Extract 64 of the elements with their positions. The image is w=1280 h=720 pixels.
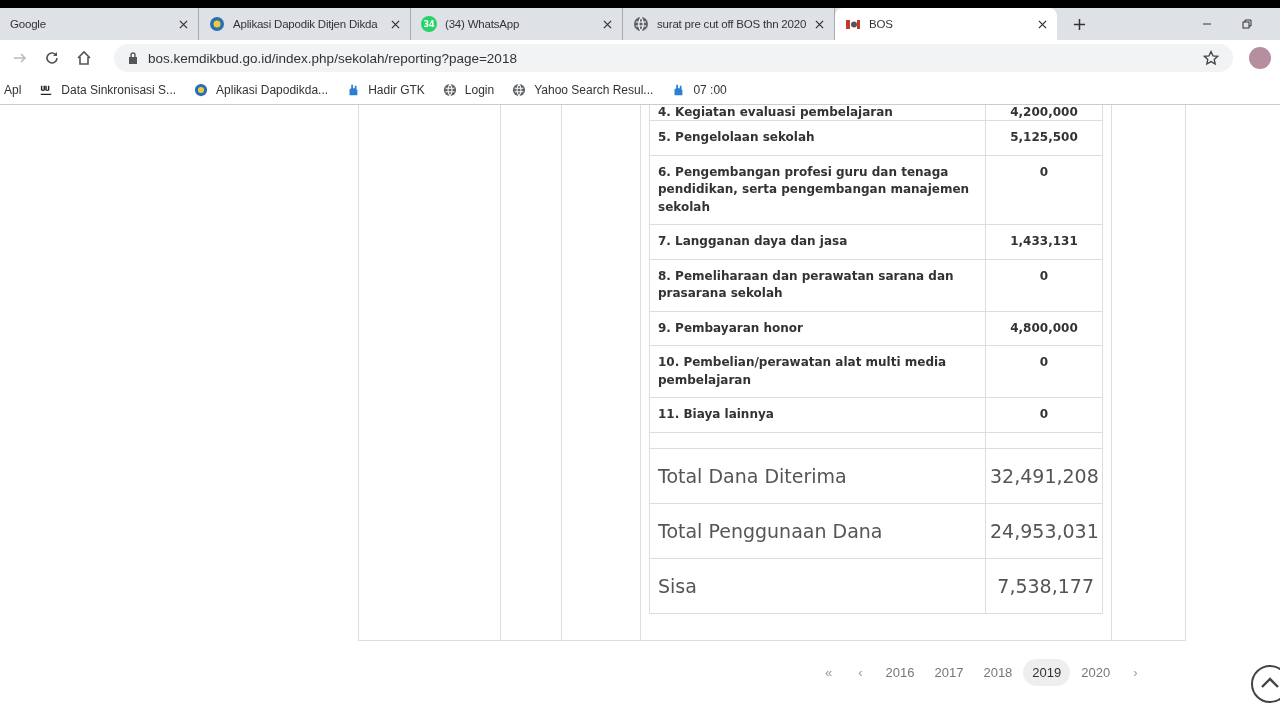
bookmark-link[interactable]: Login bbox=[464, 83, 495, 97]
table-cell: 11. Biaya lainnya bbox=[650, 398, 986, 432]
table-cell-text: 0 bbox=[1038, 163, 1050, 181]
bookmark-link[interactable]: Aplikasi Dapodikda... bbox=[216, 83, 329, 97]
browser-tab[interactable]: Google bbox=[0, 8, 199, 40]
page-link[interactable]: 2020 bbox=[1072, 659, 1120, 686]
tab-title: BOS bbox=[869, 18, 894, 30]
tab-title: (34) WhatsApp bbox=[445, 18, 521, 30]
table-cell: 10. Pembelian/perawatan alat multi media pembelajaran bbox=[650, 346, 986, 397]
browser-tab[interactable]: BOS bbox=[835, 8, 1057, 40]
table-cell-text: 1,433,131 bbox=[1009, 233, 1079, 250]
table-cell: 9. Pembayaran honor bbox=[650, 311, 986, 345]
tab-title: surat pre cut off BOS thn 2020 bbox=[657, 18, 807, 30]
profile-avatar[interactable] bbox=[1249, 47, 1271, 69]
table-cell-text: 4,800,000 bbox=[1009, 319, 1079, 337]
page-link[interactable]: 2018 bbox=[974, 659, 1022, 686]
table-cell: 4. Kegiatan evaluasi pembelajaran bbox=[650, 105, 986, 120]
new-tab-icon[interactable] bbox=[1073, 17, 1086, 31]
table-cell-text: 4,200,000 bbox=[1009, 105, 1079, 120]
globe-icon bbox=[442, 83, 457, 97]
page-link[interactable]: 2019 bbox=[1023, 659, 1071, 686]
lock-icon bbox=[128, 52, 138, 64]
table-cell-text: 5,125,500 bbox=[1009, 129, 1079, 146]
emblem-icon bbox=[209, 16, 225, 32]
table-cell-text: 0 bbox=[1038, 354, 1050, 371]
close-icon[interactable] bbox=[815, 19, 824, 29]
bookmark-link[interactable]: Hadir GTK bbox=[368, 83, 425, 97]
close-icon[interactable] bbox=[391, 19, 400, 29]
table-cell: 8. Pemeliharaan dan perawatan sarana dan prasarana sekolah bbox=[650, 259, 986, 311]
bookmark-star-icon[interactable] bbox=[1203, 50, 1219, 66]
page-link[interactable]: 2016 bbox=[876, 659, 924, 686]
globe-icon bbox=[512, 83, 527, 97]
browser-tab[interactable]: Aplikasi Dapodik Ditjen Dikda bbox=[199, 8, 411, 40]
address-field[interactable]: bos.kemdikbud.go.id/index.php/sekolah/reporting?page=2018 bbox=[114, 44, 1233, 72]
bookmark-link[interactable]: Apl bbox=[4, 83, 22, 97]
emblem-icon bbox=[194, 83, 209, 97]
table-cell: Total Dana Diterima bbox=[650, 448, 986, 503]
tab-title: Google bbox=[10, 18, 47, 30]
close-icon[interactable] bbox=[603, 19, 612, 29]
close-icon[interactable] bbox=[1038, 19, 1047, 29]
table-cell-text: 32,491,208 bbox=[989, 463, 1100, 489]
scroll-to-top-button[interactable] bbox=[1250, 664, 1280, 704]
table-cell-text: 24,953,031 bbox=[989, 518, 1100, 544]
reload-icon[interactable] bbox=[44, 50, 60, 66]
tab-title: Aplikasi Dapodik Ditjen Dikda bbox=[233, 18, 379, 30]
globe-icon bbox=[633, 16, 649, 32]
table-cell: 6. Pengembangan profesi guru dan tenaga pendidikan, serta pengembangan manajemen sekolah bbox=[650, 155, 986, 224]
browser-tab[interactable]: 34 (34) WhatsApp bbox=[411, 8, 623, 40]
restore-icon[interactable] bbox=[1242, 19, 1252, 29]
bookmark-link[interactable]: Data Sinkronisasi S... bbox=[61, 83, 177, 97]
page-link[interactable]: 2017 bbox=[925, 659, 973, 686]
chat-badge-icon: 34 bbox=[421, 16, 437, 32]
table-cell: Sisa bbox=[650, 558, 986, 613]
close-icon[interactable] bbox=[179, 19, 188, 29]
table-cell-text: 0 bbox=[1038, 267, 1050, 285]
bookmark-link[interactable]: Yahoo Search Resul... bbox=[534, 83, 654, 97]
bookmark-link[interactable]: 07 :00 bbox=[693, 83, 727, 97]
table-cell: 5. Pengelolaan sekolah bbox=[650, 121, 986, 155]
underline-letter-icon bbox=[39, 83, 54, 97]
table-cell-text: 7,538,177 bbox=[996, 573, 1095, 599]
table-cell: Total Penggunaan Dana bbox=[650, 503, 986, 558]
table-cell-text: 0 bbox=[1038, 406, 1050, 423]
table-cell: 7. Langganan daya dan jasa bbox=[650, 225, 986, 259]
home-icon[interactable] bbox=[76, 50, 92, 66]
